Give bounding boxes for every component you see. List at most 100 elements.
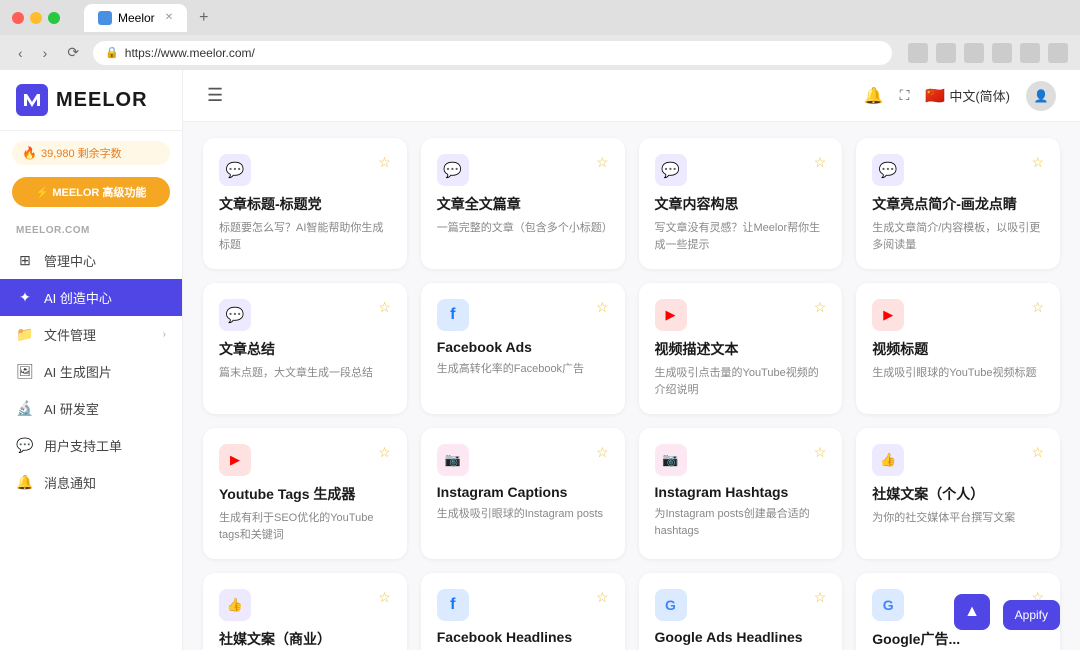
card-desc: 生成极吸引眼球的Instagram posts (437, 506, 609, 523)
minimize-window-button[interactable] (30, 12, 42, 24)
credits-badge: 🔥 39,980 剩余字数 (12, 141, 170, 165)
browser-ext-icon-3[interactable] (964, 43, 984, 63)
card-desc: 生成吸引点击量的YouTube视频的介绍说明 (655, 365, 827, 398)
card-title: 文章亮点简介-画龙点睛 (872, 194, 1044, 214)
sidebar-item-label: 消息通知 (44, 473, 166, 492)
browser-ext-icon-1[interactable] (908, 43, 928, 63)
google-icon: G (883, 597, 894, 613)
back-button[interactable]: ‹ (12, 43, 29, 63)
card-social-business[interactable]: 👍 ☆ 社媒文案（商业） 为公司和产品创作文案以供各社交媒体平台发布使用 (203, 573, 407, 650)
card-icon-wrap: f (437, 589, 469, 621)
app-container: MEELOR 🔥 39,980 剩余字数 ⚡ MEELOR 高级功能 MEELO… (0, 70, 1080, 650)
star-icon[interactable]: ☆ (1031, 299, 1044, 316)
star-icon[interactable]: ☆ (378, 444, 391, 461)
browser-tab-meelor[interactable]: Meelor ✕ (84, 4, 187, 32)
forward-button[interactable]: › (37, 43, 54, 63)
new-tab-button[interactable]: + (191, 9, 216, 27)
browser-ext-icon-4[interactable] (992, 43, 1012, 63)
files-icon: 📁 (16, 326, 34, 344)
flag-icon: 🇨🇳 (925, 86, 945, 106)
cards-grid: 💬 ☆ 文章标题-标题党 标题要怎么写？AI智能帮助你生成标题 💬 ☆ 文章全文… (183, 122, 1080, 650)
card-google-ads-headlines[interactable]: G ☆ Google Ads Headlines 撰写30个字符长度的Googl… (639, 573, 843, 650)
card-facebook-headlines[interactable]: f ☆ Facebook Headlines 让Facebook广告更加出众的广… (421, 573, 625, 650)
star-icon[interactable]: ☆ (596, 299, 609, 316)
card-social-personal[interactable]: 👍 ☆ 社媒文案（个人） 为你的社交媒体平台撰写文案 (856, 428, 1060, 559)
card-desc: 一篇完整的文章（包含多个小标题） (437, 220, 609, 237)
card-title: Youtube Tags 生成器 (219, 484, 391, 504)
support-icon: 💬 (16, 437, 34, 455)
sidebar: MEELOR 🔥 39,980 剩余字数 ⚡ MEELOR 高级功能 MEELO… (0, 70, 183, 650)
card-instagram-hashtags[interactable]: 📷 ☆ Instagram Hashtags 为Instagram posts创… (639, 428, 843, 559)
card-article-content[interactable]: 💬 ☆ 文章内容构思 写文章没有灵感？让Meelor帮你生成一些提示 (639, 138, 843, 269)
language-selector[interactable]: 🇨🇳 中文(简体) (925, 86, 1010, 106)
scroll-top-button[interactable]: ▲ (954, 594, 990, 630)
browser-ext-icon-5[interactable] (1020, 43, 1040, 63)
card-icon-wrap: ▶ (219, 444, 251, 476)
card-video-desc[interactable]: ▶ ☆ 视频描述文本 生成吸引点击量的YouTube视频的介绍说明 (639, 283, 843, 414)
fullscreen-icon[interactable]: ⛶ (900, 87, 910, 104)
fullscreen-window-button[interactable] (48, 12, 60, 24)
close-window-button[interactable] (12, 12, 24, 24)
card-icon-wrap: 📷 (437, 444, 469, 476)
star-icon[interactable]: ☆ (814, 444, 827, 461)
sidebar-item-ai-lab[interactable]: 🔬 AI 研发室 (0, 390, 182, 427)
card-header: 💬 ☆ (219, 299, 391, 331)
bell-icon[interactable]: 🔔 (864, 86, 884, 106)
card-video-title[interactable]: ▶ ☆ 视频标题 生成吸引眼球的YouTube视频标题 (856, 283, 1060, 414)
avatar[interactable]: 👤 (1026, 81, 1056, 111)
sidebar-item-ai-image[interactable]: 🖼 AI 生成图片 (0, 353, 182, 390)
card-icon-wrap: 👍 (219, 589, 251, 621)
logo-text: MEELOR (56, 89, 148, 112)
star-icon[interactable]: ☆ (814, 154, 827, 171)
card-title: 社媒文案（个人） (872, 484, 1044, 504)
card-article-title[interactable]: 💬 ☆ 文章标题-标题党 标题要怎么写？AI智能帮助你生成标题 (203, 138, 407, 269)
star-icon[interactable]: ☆ (378, 154, 391, 171)
traffic-lights (12, 12, 60, 24)
address-bar-row: ‹ › ⟳ 🔒 https://www.meelor.com/ (0, 35, 1080, 70)
instagram-icon: 📷 (662, 452, 678, 468)
card-icon-wrap: 💬 (437, 154, 469, 186)
star-icon[interactable]: ☆ (814, 299, 827, 316)
browser-chrome: Meelor ✕ + ‹ › ⟳ 🔒 https://www.meelor.co… (0, 0, 1080, 70)
star-icon[interactable]: ☆ (378, 589, 391, 606)
chat-icon: 💬 (226, 161, 245, 179)
card-facebook-ads[interactable]: f ☆ Facebook Ads 生成高转化率的Facebook广告 (421, 283, 625, 414)
ai-lab-icon: 🔬 (16, 400, 34, 418)
logo-icon (16, 84, 48, 116)
upgrade-button[interactable]: ⚡ MEELOR 高级功能 (12, 177, 170, 207)
sidebar-item-notifications[interactable]: 🔔 消息通知 (0, 464, 182, 501)
card-full-article[interactable]: 💬 ☆ 文章全文篇章 一篇完整的文章（包含多个小标题） (421, 138, 625, 269)
card-instagram-captions[interactable]: 📷 ☆ Instagram Captions 生成极吸引眼球的Instagram… (421, 428, 625, 559)
sidebar-item-ai-creation[interactable]: ✦ AI 创造中心 (0, 279, 182, 316)
card-header: 💬 ☆ (437, 154, 609, 186)
card-header: ▶ ☆ (872, 299, 1044, 331)
card-title: 文章全文篇章 (437, 194, 609, 214)
star-icon[interactable]: ☆ (596, 589, 609, 606)
sidebar-item-label: AI 研发室 (44, 399, 166, 418)
thumb-icon: 👍 (227, 597, 243, 613)
card-article-intro[interactable]: 💬 ☆ 文章亮点简介-画龙点睛 生成文章简介/内容模板，以吸引更多阅读量 (856, 138, 1060, 269)
appify-badge: Appify (1003, 600, 1060, 630)
card-header: 💬 ☆ (872, 154, 1044, 186)
tab-close-icon[interactable]: ✕ (165, 12, 173, 23)
refresh-button[interactable]: ⟳ (61, 42, 85, 63)
card-youtube-tags[interactable]: ▶ ☆ Youtube Tags 生成器 生成有利于SEO优化的YouTube … (203, 428, 407, 559)
star-icon[interactable]: ☆ (596, 444, 609, 461)
sidebar-item-support[interactable]: 💬 用户支持工单 (0, 427, 182, 464)
card-desc: 为你的社交媒体平台撰写文案 (872, 510, 1044, 527)
address-bar[interactable]: 🔒 https://www.meelor.com/ (93, 41, 892, 65)
star-icon[interactable]: ☆ (596, 154, 609, 171)
browser-ext-icon-2[interactable] (936, 43, 956, 63)
sidebar-item-dashboard[interactable]: ⊞ 管理中心 (0, 242, 182, 279)
hamburger-icon[interactable]: ☰ (207, 85, 223, 106)
star-icon[interactable]: ☆ (1031, 444, 1044, 461)
sidebar-item-files[interactable]: 📁 文件管理 › (0, 316, 182, 353)
sidebar-item-label: 文件管理 (44, 325, 153, 344)
star-icon[interactable]: ☆ (1031, 154, 1044, 171)
thumb-icon: 👍 (880, 452, 896, 468)
card-article-summary[interactable]: 💬 ☆ 文章总结 篇末点题，大文章生成一段总结 (203, 283, 407, 414)
sidebar-item-label: 管理中心 (44, 251, 166, 270)
star-icon[interactable]: ☆ (378, 299, 391, 316)
browser-ext-icon-6[interactable] (1048, 43, 1068, 63)
star-icon[interactable]: ☆ (814, 589, 827, 606)
